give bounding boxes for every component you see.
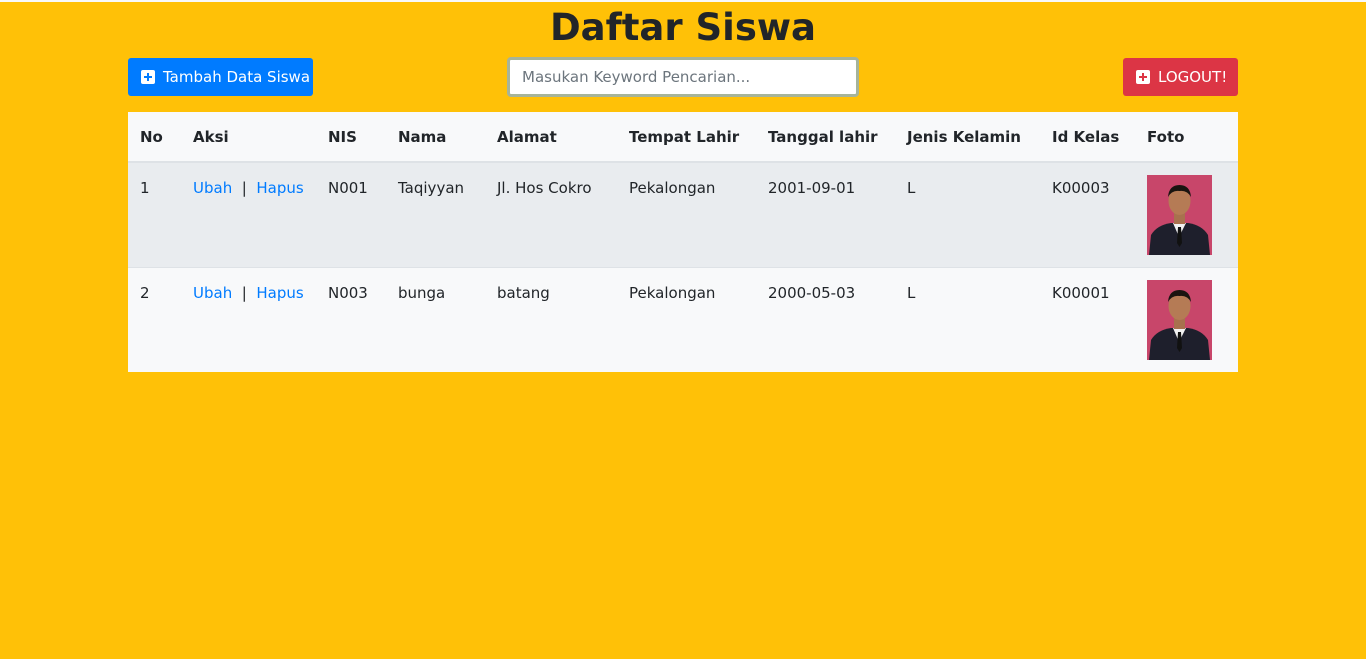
column-header-no: No <box>128 112 181 163</box>
action-separator: | <box>236 179 252 197</box>
edit-link[interactable]: Ubah <box>193 284 232 302</box>
column-header-nama: Nama <box>386 112 485 163</box>
action-separator: | <box>236 284 252 302</box>
cell-nis: N003 <box>316 267 386 372</box>
cell-alamat: batang <box>485 267 617 372</box>
cell-aksi: Ubah | Hapus <box>181 161 316 268</box>
logout-button[interactable]: LOGOUT! <box>1123 58 1238 96</box>
cell-tempat-lahir: Pekalongan <box>617 267 756 372</box>
cell-alamat: Jl. Hos Cokro <box>485 161 617 268</box>
students-table-container: No Aksi NIS Nama Alamat Tempat Lahir Tan… <box>128 112 1238 372</box>
cell-id-kelas: K00001 <box>1040 267 1135 372</box>
plus-square-icon <box>1136 70 1150 84</box>
cell-foto <box>1135 267 1238 372</box>
column-header-alamat: Alamat <box>485 112 617 163</box>
search-input[interactable] <box>507 57 859 97</box>
edit-link[interactable]: Ubah <box>193 179 232 197</box>
delete-link[interactable]: Hapus <box>256 179 303 197</box>
column-header-foto: Foto <box>1135 112 1238 163</box>
top-border <box>0 0 1366 2</box>
column-header-tanggal-lahir: Tanggal lahir <box>756 112 895 163</box>
student-photo <box>1147 280 1212 360</box>
cell-id-kelas: K00003 <box>1040 161 1135 268</box>
cell-jenis-kelamin: L <box>895 161 1040 268</box>
column-header-jenis-kelamin: Jenis Kelamin <box>895 112 1040 163</box>
table-row: 1 Ubah | Hapus N001 Taqiyyan Jl. Hos Cok… <box>128 161 1238 268</box>
delete-link[interactable]: Hapus <box>256 284 303 302</box>
column-header-aksi: Aksi <box>181 112 316 163</box>
plus-square-icon <box>141 70 155 84</box>
logout-label: LOGOUT! <box>1158 68 1228 86</box>
column-header-tempat-lahir: Tempat Lahir <box>617 112 756 163</box>
column-header-id-kelas: Id Kelas <box>1040 112 1135 163</box>
cell-tanggal-lahir: 2001-09-01 <box>756 161 895 268</box>
cell-nis: N001 <box>316 161 386 268</box>
cell-no: 2 <box>128 267 181 372</box>
page: Daftar Siswa Tambah Data Siswa LOGOUT! <box>0 0 1366 659</box>
cell-jenis-kelamin: L <box>895 267 1040 372</box>
cell-tempat-lahir: Pekalongan <box>617 161 756 268</box>
page-title: Daftar Siswa <box>549 6 817 49</box>
table-row: 2 Ubah | Hapus N003 bunga batang Pekalon… <box>128 267 1238 372</box>
table-header-row: No Aksi NIS Nama Alamat Tempat Lahir Tan… <box>128 112 1238 163</box>
students-table: No Aksi NIS Nama Alamat Tempat Lahir Tan… <box>128 112 1238 372</box>
column-header-nis: NIS <box>316 112 386 163</box>
cell-nama: Taqiyyan <box>386 161 485 268</box>
cell-foto <box>1135 161 1238 268</box>
add-student-label: Tambah Data Siswa <box>163 68 311 86</box>
student-photo <box>1147 175 1212 255</box>
cell-tanggal-lahir: 2000-05-03 <box>756 267 895 372</box>
cell-aksi: Ubah | Hapus <box>181 267 316 372</box>
add-student-button[interactable]: Tambah Data Siswa <box>128 58 313 96</box>
cell-no: 1 <box>128 161 181 268</box>
cell-nama: bunga <box>386 267 485 372</box>
